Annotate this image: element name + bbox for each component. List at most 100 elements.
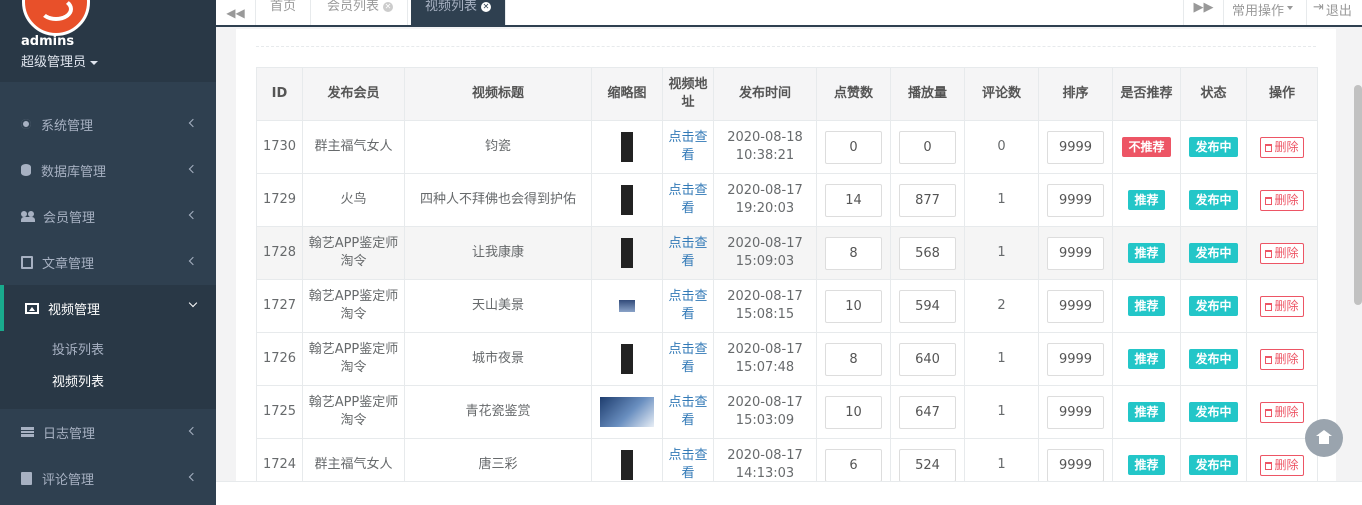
video-thumbnail[interactable] [621,185,633,215]
status-toggle[interactable]: 发布中 [1189,137,1238,157]
recommend-toggle[interactable]: 推荐 [1128,190,1165,210]
cell-title: 钧瓷 [404,120,592,174]
tabs-scroll-right-button[interactable]: ▶▶ [1183,0,1223,25]
plays-input[interactable]: 647 [899,395,956,429]
video-thumbnail[interactable] [621,344,633,374]
cell-publish-time: 2020-08-17 15:03:09 [713,385,817,439]
caret-down-icon [90,60,99,65]
sidebar-item-comments[interactable]: 评论管理 [0,455,216,501]
status-toggle[interactable]: 发布中 [1189,296,1238,316]
recommend-toggle[interactable]: 推荐 [1128,455,1165,475]
delete-button[interactable]: 删除 [1260,242,1304,264]
status-toggle[interactable]: 发布中 [1189,455,1238,475]
cell-plays: 877 [890,173,965,227]
sidebar-item-videos[interactable]: 视频管理 [0,285,216,331]
cell-member: 火鸟 [302,173,405,227]
likes-input[interactable]: 14 [825,183,882,217]
plays-input[interactable]: 594 [899,289,956,323]
logout-button[interactable]: ⇥ 退出 [1306,0,1358,25]
sort-input[interactable]: 9999 [1047,448,1104,481]
video-thumbnail[interactable] [621,238,633,268]
video-thumbnail[interactable] [621,450,633,480]
delete-button[interactable]: 删除 [1260,189,1304,211]
table-row: 1729 火鸟 四种人不拜佛也会得到护佑 点击查看 2020-08-17 19:20:03… [256,173,1318,227]
sort-input[interactable]: 9999 [1047,183,1104,217]
tab-videos[interactable]: 视频列表 ✕ [411,0,507,25]
plays-input[interactable]: 877 [899,183,956,217]
recommend-toggle[interactable]: 不推荐 [1122,137,1171,157]
likes-input[interactable]: 10 [825,289,882,323]
likes-input[interactable]: 6 [825,448,882,481]
column-header: 点赞数 [816,67,891,121]
status-toggle[interactable]: 发布中 [1189,402,1238,422]
tab-home[interactable]: 首页 [256,0,312,25]
video-thumbnail[interactable] [600,397,654,427]
delete-button[interactable]: 删除 [1260,401,1304,423]
view-video-link[interactable]: 点击查看 [668,289,707,322]
status-toggle[interactable]: 发布中 [1189,243,1238,263]
tab-bar: ◀◀ 首页 会员列表 ✕ 视频列表 ✕ ▶▶ 常用操作 ⇥ 退出 [216,0,1362,27]
delete-button[interactable]: 删除 [1260,454,1304,476]
sidebar-item-system[interactable]: 系统管理 [0,101,216,147]
avatar[interactable] [22,0,90,36]
common-ops-dropdown[interactable]: 常用操作 [1223,0,1301,25]
tab-label: 首页 [270,0,297,14]
sidebar-item-database[interactable]: 数据库管理 [0,147,216,193]
sidebar-item-logs[interactable]: 日志管理 [0,409,216,455]
view-video-link[interactable]: 点击查看 [668,448,707,481]
plays-input[interactable]: 568 [899,236,956,270]
recommend-toggle[interactable]: 推荐 [1128,349,1165,369]
vertical-scrollbar[interactable] [1354,85,1362,305]
users-icon [21,211,35,222]
view-video-link[interactable]: 点击查看 [668,342,707,375]
likes-input[interactable]: 0 [825,130,882,164]
column-header: 发布会员 [302,67,405,121]
plays-input[interactable]: 524 [899,448,956,481]
submenu-item-video-list[interactable]: 视频列表 [0,367,216,399]
cell-title: 四种人不拜佛也会得到护佑 [404,173,592,227]
delete-button[interactable]: 删除 [1260,295,1304,317]
view-video-link[interactable]: 点击查看 [668,130,707,163]
tabs-scroll-left-button[interactable]: ◀◀ [216,0,256,25]
video-thumbnail[interactable] [621,132,633,162]
recommend-toggle[interactable]: 推荐 [1128,296,1165,316]
delete-button[interactable]: 删除 [1260,136,1304,158]
plays-input[interactable]: 640 [899,342,956,376]
likes-input[interactable]: 10 [825,395,882,429]
column-header: 评论数 [964,67,1039,121]
profile-role-dropdown[interactable]: 超级管理员 [21,51,99,70]
status-toggle[interactable]: 发布中 [1189,349,1238,369]
home-button[interactable] [1305,419,1343,457]
cell-actions: 删除 [1246,332,1318,386]
sort-input[interactable]: 9999 [1047,236,1104,270]
close-icon[interactable]: ✕ [481,2,492,12]
submenu-item-complaints[interactable]: 投诉列表 [0,335,216,367]
cell-recommend: 推荐 [1112,438,1181,481]
sort-input[interactable]: 9999 [1047,289,1104,323]
cell-sort: 9999 [1038,279,1113,333]
table-row: 1730 群主福气女人 钧瓷 点击查看 2020-08-18 10:38:21 0 0 0 999… [256,120,1318,174]
trash-icon [1265,408,1273,417]
view-video-link[interactable]: 点击查看 [668,236,707,269]
delete-label: 删除 [1274,245,1299,260]
likes-input[interactable]: 8 [825,236,882,270]
cell-sort: 9999 [1038,226,1113,280]
likes-input[interactable]: 8 [825,342,882,376]
table-body: 1730 群主福气女人 钧瓷 点击查看 2020-08-18 10:38:21 0 0 0 999… [256,120,1318,481]
view-video-link[interactable]: 点击查看 [668,395,707,428]
cell-thumbnail [591,120,663,174]
tab-members[interactable]: 会员列表 ✕ [313,0,409,25]
sidebar-item-articles[interactable]: 文章管理 [0,239,216,285]
sort-input[interactable]: 9999 [1047,130,1104,164]
recommend-toggle[interactable]: 推荐 [1128,402,1165,422]
recommend-toggle[interactable]: 推荐 [1128,243,1165,263]
status-toggle[interactable]: 发布中 [1189,190,1238,210]
close-icon[interactable]: ✕ [383,2,394,12]
sidebar-item-members[interactable]: 会员管理 [0,193,216,239]
view-video-link[interactable]: 点击查看 [668,183,707,216]
video-thumbnail[interactable] [619,299,635,312]
plays-input[interactable]: 0 [899,130,956,164]
sort-input[interactable]: 9999 [1047,395,1104,429]
sort-input[interactable]: 9999 [1047,342,1104,376]
delete-button[interactable]: 删除 [1260,348,1304,370]
